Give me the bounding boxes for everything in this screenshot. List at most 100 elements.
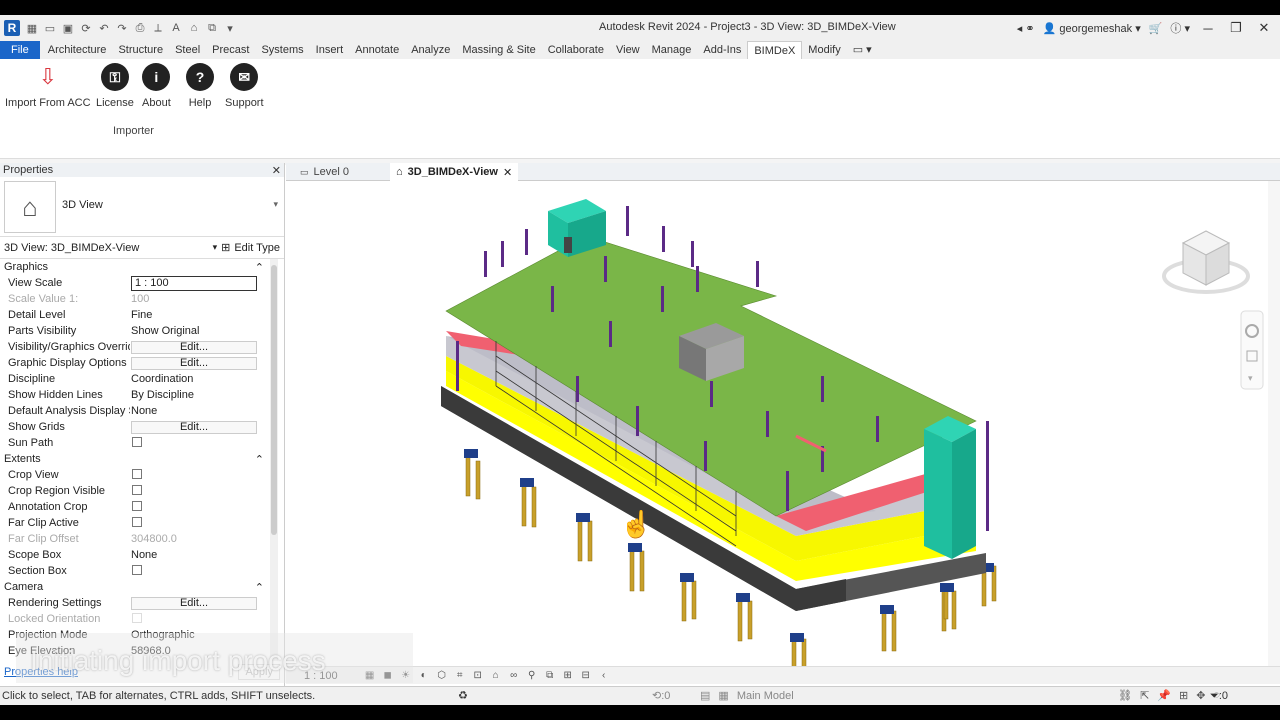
worksets-count[interactable]: ⟲:0	[652, 689, 670, 702]
close-icon[interactable]: ✕	[503, 166, 512, 179]
filter-count[interactable]: ⏷:0	[1210, 690, 1228, 703]
prop-discipline[interactable]: Discipline Coordination	[0, 371, 268, 387]
far-clip-active-checkbox[interactable]	[132, 516, 142, 527]
building-3d-model[interactable]: ▾	[286, 181, 1266, 666]
hide-isolate-icon[interactable]: ∞	[508, 670, 520, 682]
crop-region-visible-checkbox[interactable]	[132, 484, 142, 495]
open-icon[interactable]: ▭	[42, 20, 58, 36]
chevron-down-icon[interactable]: ▾	[273, 199, 278, 210]
license-button[interactable]: ⚿ License	[96, 63, 134, 109]
support-button[interactable]: ✉ Support	[225, 63, 264, 109]
binoculars-icon[interactable]: ◂ ⚭	[1017, 22, 1035, 35]
tab-analyze[interactable]: Analyze	[405, 41, 456, 59]
worksets-icon[interactable]: ♻	[458, 689, 468, 702]
tab-manage[interactable]: Manage	[646, 41, 698, 59]
3d-view-icon[interactable]: ⌂	[186, 20, 202, 36]
section-graphics[interactable]: Graphics ⌃	[0, 259, 268, 275]
text-icon[interactable]: A	[168, 20, 184, 36]
tab-steel[interactable]: Steel	[169, 41, 206, 59]
measure-icon[interactable]: ⟂	[150, 20, 166, 36]
annotation-crop-checkbox[interactable]	[132, 500, 142, 511]
show-crop-icon[interactable]: ⊡	[472, 670, 484, 682]
switch-windows-icon[interactable]: ⧉	[204, 20, 220, 36]
section-camera[interactable]: Camera ⌃	[0, 579, 268, 595]
sync-icon[interactable]: ⟳	[78, 20, 94, 36]
help-icon[interactable]: ⓘ ▾	[1170, 20, 1190, 36]
tab-3d-bimdex-view[interactable]: ⌂ 3D_BIMDeX-View ✕	[390, 163, 519, 181]
scroll-left-icon[interactable]: ‹	[598, 670, 610, 682]
prop-eye-elevation[interactable]: Eye Elevation 58968.0	[0, 643, 268, 659]
tab-view[interactable]: View	[610, 41, 646, 59]
select-links-icon[interactable]: ⛓	[1118, 689, 1132, 702]
main-model-selector[interactable]: ▤ ▦ Main Model	[700, 689, 794, 703]
prop-detail-level[interactable]: Detail Level Fine	[0, 307, 268, 323]
rendering-settings-edit-button[interactable]: Edit...	[131, 596, 257, 610]
view-cube[interactable]	[1162, 230, 1250, 294]
show-grids-edit-button[interactable]: Edit...	[131, 420, 257, 434]
tab-architecture[interactable]: Architecture	[42, 41, 113, 59]
prop-value[interactable]: 58968.0	[130, 645, 268, 657]
prop-analysis-display[interactable]: Default Analysis Display S...None	[0, 403, 268, 419]
tab-modify[interactable]: Modify	[802, 41, 846, 59]
save-icon[interactable]: ▣	[60, 20, 76, 36]
prop-value[interactable]: None	[130, 549, 268, 561]
prop-value[interactable]: Show Original	[130, 325, 268, 337]
close-icon[interactable]: ✕	[272, 164, 281, 177]
sun-path-checkbox[interactable]	[132, 436, 142, 447]
tab-level-0[interactable]: ▭ Level 0	[294, 163, 355, 181]
detail-level-icon[interactable]: ▦	[364, 670, 376, 682]
section-extents[interactable]: Extents ⌃	[0, 451, 268, 467]
reveal-hidden-icon[interactable]: ⚲	[526, 670, 538, 682]
minimize-button[interactable]: ─	[1198, 21, 1218, 36]
view-instance-dropdown[interactable]: 3D View: 3D_BIMDeX-View	[4, 242, 139, 254]
edit-type-button[interactable]: ▾ ⊞ Edit Type	[213, 241, 280, 255]
view-scale-label[interactable]: 1 : 100	[304, 670, 338, 682]
scrollbar-thumb[interactable]	[271, 265, 277, 535]
tab-massing-site[interactable]: Massing & Site	[456, 41, 541, 59]
tab-precast[interactable]: Precast	[206, 41, 255, 59]
section-box-checkbox[interactable]	[132, 564, 142, 575]
type-selector[interactable]: ⌂ 3D View ▾	[0, 177, 284, 237]
tab-insert[interactable]: Insert	[310, 41, 350, 59]
lock-view-icon[interactable]: ⌂	[490, 670, 502, 682]
tab-structure[interactable]: Structure	[112, 41, 169, 59]
graphic-display-edit-button[interactable]: Edit...	[131, 356, 257, 370]
home-icon[interactable]: ▦	[24, 20, 40, 36]
analytical-model-icon[interactable]: ⊟	[580, 670, 592, 682]
properties-scrollbar[interactable]	[270, 259, 278, 661]
tab-collaborate[interactable]: Collaborate	[542, 41, 610, 59]
undo-icon[interactable]: ↶	[96, 20, 112, 36]
collapse-icon[interactable]: ⌃	[255, 581, 264, 594]
close-button[interactable]: ✕	[1254, 20, 1274, 36]
tab-bimdex[interactable]: BIMDeX	[747, 41, 803, 59]
tab-file[interactable]: File	[0, 41, 40, 59]
prop-value[interactable]: By Discipline	[130, 389, 268, 401]
prop-scope-box[interactable]: Scope Box None	[0, 547, 268, 563]
temp-properties-icon[interactable]: ⧉	[544, 670, 556, 682]
prop-hidden-lines[interactable]: Show Hidden Lines By Discipline	[0, 387, 268, 403]
navigation-bar[interactable]: ▾	[1240, 310, 1264, 390]
select-by-face-icon[interactable]: ⊞	[1179, 689, 1188, 702]
cart-icon[interactable]: 🛒	[1149, 22, 1163, 35]
help-button[interactable]: ? Help	[186, 63, 214, 109]
prop-value[interactable]: Coordination	[130, 373, 268, 385]
ribbon-display-options-icon[interactable]: ▭ ▾	[847, 41, 878, 59]
select-underlay-icon[interactable]: ⇱	[1140, 689, 1149, 702]
prop-value[interactable]: Fine	[130, 309, 268, 321]
crop-view-checkbox[interactable]	[132, 468, 142, 479]
user-account[interactable]: 👤 georgemeshak ▾	[1043, 22, 1141, 35]
vg-edit-button[interactable]: Edit...	[131, 340, 257, 354]
crop-icon[interactable]: ⌗	[454, 670, 466, 682]
print-icon[interactable]: ⎙	[132, 20, 148, 36]
collapse-icon[interactable]: ⌃	[255, 261, 264, 274]
prop-parts-visibility[interactable]: Parts Visibility Show Original	[0, 323, 268, 339]
render-icon[interactable]: ⬡	[436, 670, 448, 682]
sun-path-icon[interactable]: ☀	[400, 670, 412, 682]
apply-button[interactable]: Apply	[238, 664, 280, 680]
select-pinned-icon[interactable]: 📌	[1157, 689, 1171, 702]
shadows-icon[interactable]: ◐	[418, 670, 430, 682]
tab-systems[interactable]: Systems	[255, 41, 309, 59]
prop-value[interactable]: None	[130, 405, 268, 417]
canvas-scrollbar[interactable]	[1268, 181, 1280, 666]
collapse-icon[interactable]: ⌃	[255, 453, 264, 466]
